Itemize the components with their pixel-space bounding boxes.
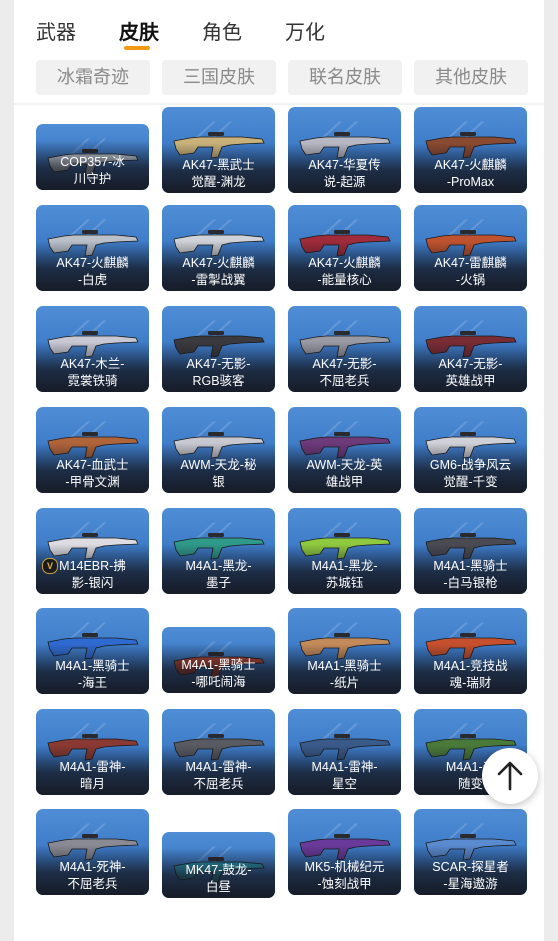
- skin-card[interactable]: ⟋⟋ M4A1-雷神- 星空: [288, 709, 401, 795]
- skin-card[interactable]: ⟋⟋ M4A1-黑龙- 苏城钰: [288, 508, 401, 594]
- arrow-up-icon: [497, 761, 523, 791]
- skin-card[interactable]: ⟋⟋ M4A1-竞技战 魂-瑞财: [414, 608, 527, 694]
- skin-name: M4A1-黑骑士 -海王: [55, 659, 130, 690]
- skin-name: AK47-火麒麟 -雷掣战翼: [182, 256, 255, 287]
- skin-name: SCAR-探星者 -星海遨游: [432, 860, 509, 891]
- skin-card[interactable]: ⟋⟋ AWM-天龙-英 雄战甲: [288, 407, 401, 493]
- skin-card[interactable]: ⟋⟋ M4A1-雷神- 不屈老兵: [162, 709, 275, 795]
- skin-card[interactable]: ⟋⟋ AK47-无影- 英雄战甲: [414, 306, 527, 392]
- skin-card[interactable]: ⟋⟋ AK47-火麒麟 -能量核心: [288, 205, 401, 291]
- skin-name: M4A1-雷神- 不屈老兵: [185, 760, 252, 791]
- back-to-top-button[interactable]: [482, 748, 538, 804]
- skin-card[interactable]: ⟋⟋ AWM-天龙-秘 银: [162, 407, 275, 493]
- skin-card[interactable]: ⟋⟋MK47-鼓龙- 白昼: [162, 832, 275, 898]
- skin-name: AK47-华夏传 说-起源: [308, 158, 381, 189]
- skin-name: M4A1-黑骑士 -纸片: [307, 659, 382, 690]
- skin-card[interactable]: ⟋⟋ M4A1-黑骑士 -海王: [36, 608, 149, 694]
- skin-name: M4A1-黑骑士 -哪吒闹海: [181, 658, 256, 689]
- skin-card[interactable]: ⟋⟋ AK47-黑武士 觉醒-渊龙: [162, 107, 275, 193]
- skin-name: M4A1-雷神- 星空: [311, 760, 378, 791]
- skin-card[interactable]: ⟋⟋ AK47-无影- 不屈老兵: [288, 306, 401, 392]
- skin-card[interactable]: ⟋⟋ M4A1-死神- 不屈老兵: [36, 809, 149, 895]
- skin-card[interactable]: ⟋⟋ GM6-战争风云 觉醒-千变: [414, 407, 527, 493]
- skin-name: AK47-无影- 不屈老兵: [312, 357, 377, 388]
- skin-card[interactable]: ⟋⟋ AK47-木兰- 霓裳铁骑: [36, 306, 149, 392]
- skin-name: AK47-黑武士 觉醒-渊龙: [182, 158, 255, 189]
- skin-name: AK47-火麒麟 -白虎: [56, 256, 129, 287]
- skin-name: AK47-血武士 -甲骨文渊: [56, 458, 129, 489]
- skin-card[interactable]: ⟋⟋ M4A1-黑骑士 -纸片: [288, 608, 401, 694]
- skin-card[interactable]: ⟋⟋COP357-冰 川守护: [36, 124, 149, 190]
- skin-name: MK47-鼓龙- 白昼: [185, 863, 252, 894]
- skin-card[interactable]: ⟋⟋ V M14EBR-拂 影-银闪: [36, 508, 149, 594]
- skin-card[interactable]: ⟋⟋ AK47-火麒麟 -雷掣战翼: [162, 205, 275, 291]
- skin-card[interactable]: ⟋⟋ MK5-机械纪元 -蚀刻战甲: [288, 809, 401, 895]
- skin-name: AWM-天龙-英 雄战甲: [306, 458, 383, 489]
- skin-name: AK47-雷麒麟 -火锅: [434, 256, 507, 287]
- skin-name: GM6-战争风云 觉醒-千变: [429, 458, 512, 489]
- skin-card[interactable]: ⟋⟋ AK47-火麒麟 -ProMax: [414, 107, 527, 193]
- skin-name: AK47-无影- 英雄战甲: [438, 357, 503, 388]
- skin-name: M14EBR-拂 影-银闪: [59, 559, 126, 590]
- skin-name: M4A1-黑骑士 -白马银枪: [433, 559, 508, 590]
- skin-name: M4A1-雷神- 暗月: [59, 760, 126, 791]
- skin-name: MK5-机械纪元 -蚀刻战甲: [304, 860, 385, 891]
- skin-card[interactable]: ⟋⟋M4A1-黑骑士 -哪吒闹海: [162, 627, 275, 693]
- skin-name: AK47-火麒麟 -ProMax: [434, 158, 507, 189]
- skin-card[interactable]: ⟋⟋ AK47-火麒麟 -白虎: [36, 205, 149, 291]
- skin-name: M4A1-黑龙- 墨子: [185, 559, 252, 590]
- skin-card[interactable]: ⟋⟋ M4A1-黑骑士 -白马银枪: [414, 508, 527, 594]
- skin-name: AWM-天龙-秘 银: [180, 458, 257, 489]
- skin-card[interactable]: ⟋⟋ AK47-无影- RGB骇客: [162, 306, 275, 392]
- skin-grid: ⟋⟋COP357-冰 川守护⟋⟋AK47-黑武士 觉醒-渊龙⟋⟋AK47-华夏传…: [14, 0, 544, 941]
- skin-card[interactable]: ⟋⟋ AK47-血武士 -甲骨文渊: [36, 407, 149, 493]
- skin-name: AK47-火麒麟 -能量核心: [308, 256, 381, 287]
- skin-name: M4A1-死神- 不屈老兵: [59, 860, 126, 891]
- skin-card[interactable]: ⟋⟋ M4A1-雷神- 暗月: [36, 709, 149, 795]
- skin-name: M4A1-竞技战 魂-瑞财: [433, 659, 508, 690]
- skin-card[interactable]: ⟋⟋ AK47-华夏传 说-起源: [288, 107, 401, 193]
- content-panel: 武器 皮肤 角色 万化 冰霜奇迹 三国皮肤 联名皮肤 其他皮肤 ⟋⟋COP357…: [14, 0, 544, 941]
- skin-card[interactable]: ⟋⟋ AK47-雷麒麟 -火锅: [414, 205, 527, 291]
- skin-name: AK47-木兰- 霓裳铁骑: [60, 357, 125, 388]
- skin-name: AK47-无影- RGB骇客: [186, 357, 251, 388]
- skin-name: COP357-冰 川守护: [60, 155, 125, 186]
- skin-name: M4A1-黑龙- 苏城钰: [311, 559, 378, 590]
- skin-card[interactable]: ⟋⟋ M4A1-黑龙- 墨子: [162, 508, 275, 594]
- skin-card[interactable]: ⟋⟋ SCAR-探星者 -星海遨游: [414, 809, 527, 895]
